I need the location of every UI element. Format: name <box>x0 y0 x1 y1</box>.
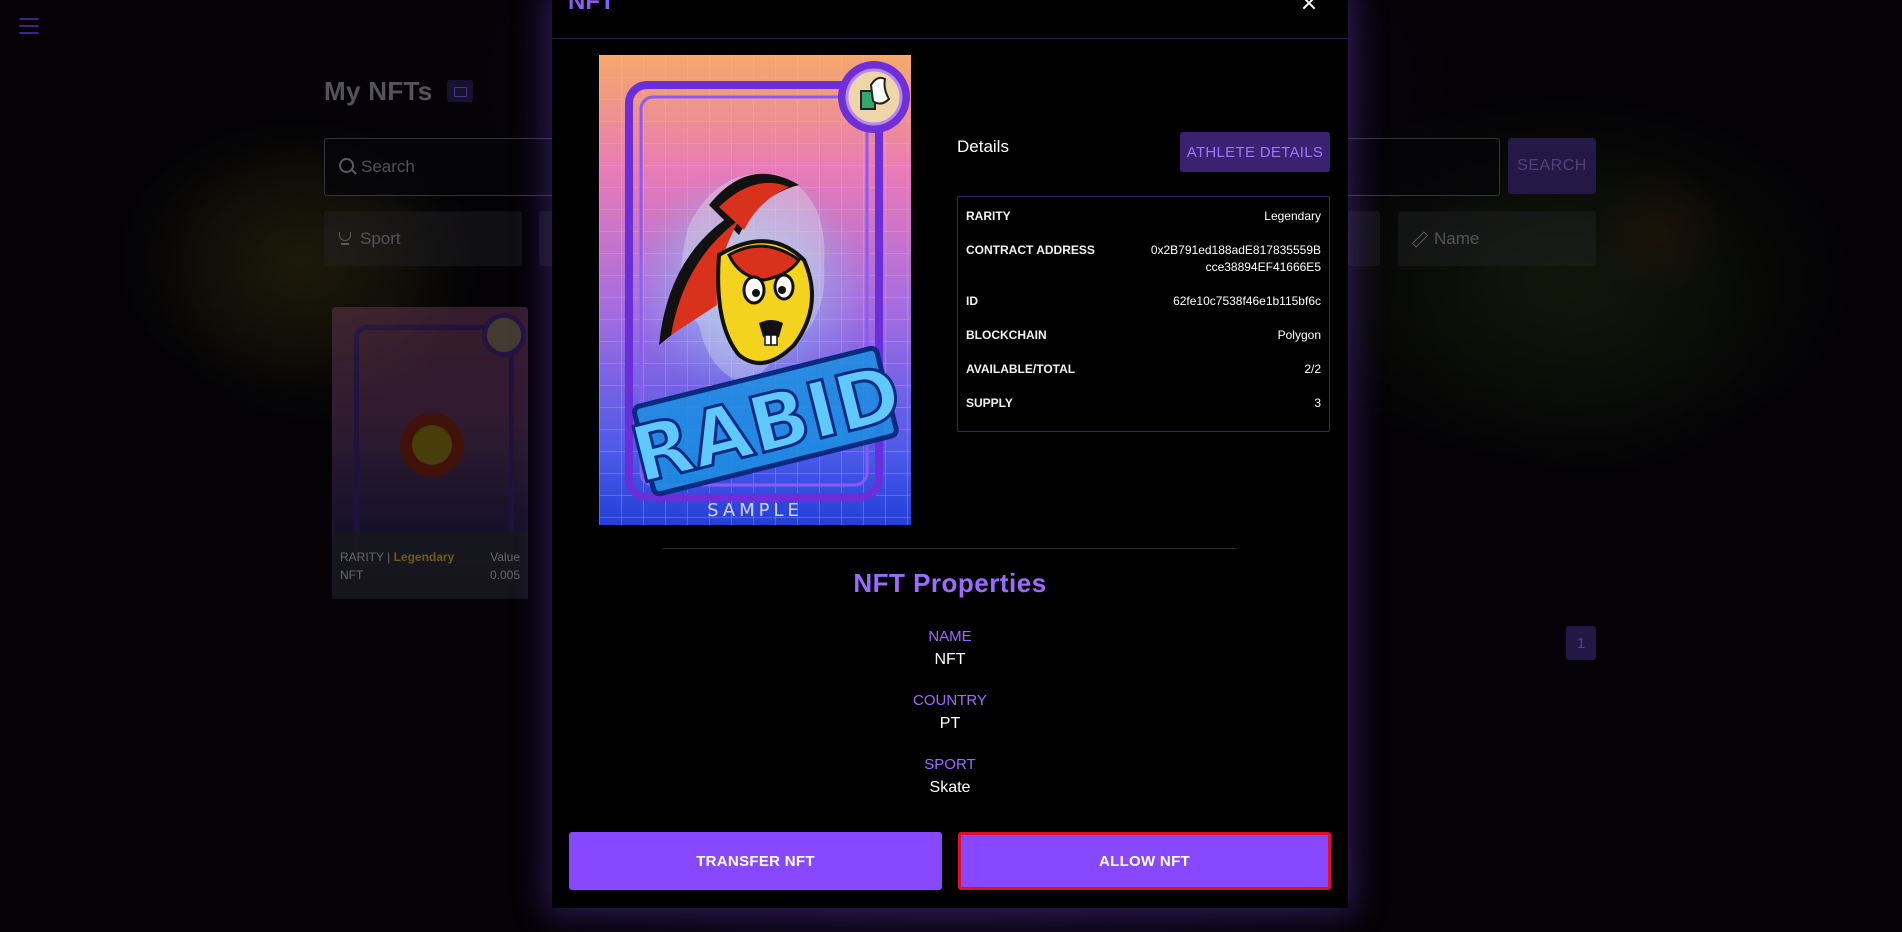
transfer-nft-button[interactable]: TRANSFER NFT <box>569 832 942 890</box>
property-value-name: NFT <box>934 651 966 668</box>
detail-value[interactable]: cce38894EF41666E5 <box>1206 260 1321 274</box>
nft-card-image: RABID SAMPLE <box>599 55 911 525</box>
modal-header: NFT <box>552 0 1348 39</box>
detail-value[interactable]: 0x2B791ed188adE817835559B <box>1151 243 1321 257</box>
property-value-country: PT <box>939 715 961 732</box>
nft-modal: NFT RABID SAMPLE Details ATHLETE DETAILS… <box>552 0 1348 908</box>
detail-label: ID <box>966 294 978 308</box>
detail-label: RARITY <box>966 209 1011 223</box>
detail-label: BLOCKCHAIN <box>966 328 1047 342</box>
detail-value: 3 <box>1314 396 1321 410</box>
property-label-name: NAME <box>928 628 972 645</box>
properties-title: NFT Properties <box>853 568 1047 598</box>
property-value-sport: Skate <box>929 779 971 796</box>
details-table: RARITY Legendary CONTRACT ADDRESS 0x2B79… <box>957 196 1330 432</box>
section-divider <box>663 548 1237 549</box>
modal-title: NFT <box>568 0 615 15</box>
close-icon[interactable] <box>1302 0 1316 10</box>
details-title: Details <box>957 137 1009 156</box>
detail-label: CONTRACT ADDRESS <box>966 243 1095 257</box>
detail-label: SUPPLY <box>966 396 1013 410</box>
detail-value: 2/2 <box>1304 362 1321 376</box>
detail-value: Polygon <box>1277 328 1321 342</box>
property-label-sport: SPORT <box>924 756 976 773</box>
athlete-details-button[interactable]: ATHLETE DETAILS <box>1180 132 1330 172</box>
property-label-country: COUNTRY <box>913 692 987 709</box>
detail-value: 62fe10c7538f46e1b115bf6c <box>1173 294 1321 308</box>
detail-value: Legendary <box>1264 209 1321 223</box>
detail-label: AVAILABLE/TOTAL <box>966 362 1076 376</box>
sample-watermark: SAMPLE <box>707 500 803 521</box>
detail-row-contract-address: CONTRACT ADDRESS 0x2B791ed188adE81783555… <box>966 243 1321 277</box>
allow-nft-button[interactable]: ALLOW NFT <box>958 832 1331 890</box>
